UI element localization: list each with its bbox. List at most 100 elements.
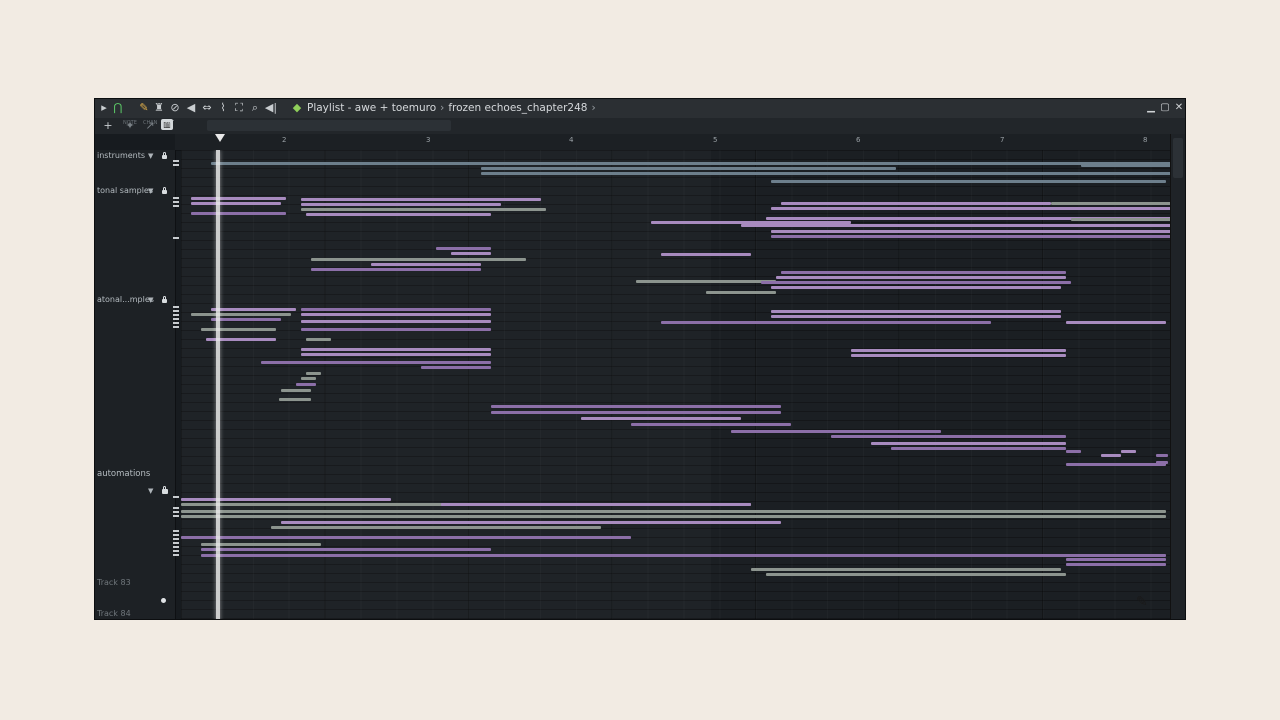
pattern-clip[interactable] <box>491 411 781 414</box>
pattern-clip[interactable] <box>301 198 541 201</box>
pattern-clip[interactable] <box>301 208 546 211</box>
pattern-clip[interactable] <box>781 271 1066 274</box>
pattern-clip[interactable] <box>301 308 491 311</box>
pattern-clip[interactable] <box>581 417 741 420</box>
pattern-clip[interactable] <box>181 536 631 539</box>
pattern-clip[interactable] <box>706 291 776 294</box>
pattern-clip[interactable] <box>301 320 491 323</box>
close-button[interactable]: ✕ <box>1172 100 1185 116</box>
pattern-clip[interactable] <box>771 207 1170 210</box>
slip-icon[interactable]: ⇔ <box>200 101 214 115</box>
pattern-clip[interactable] <box>766 573 1066 576</box>
track-name-83[interactable]: Track 83 <box>97 578 131 587</box>
pattern-clip[interactable] <box>771 235 1170 238</box>
add-icon[interactable]: + <box>101 119 115 133</box>
pencil-icon[interactable]: ✎ <box>137 101 151 115</box>
dropdown-icon[interactable]: ▼ <box>148 152 153 160</box>
pattern-clip[interactable] <box>311 268 481 271</box>
pattern-clip[interactable] <box>1066 558 1166 561</box>
pattern-clip[interactable] <box>301 353 491 356</box>
pattern-clip[interactable] <box>306 372 321 375</box>
magnet-icon[interactable]: ⋂ <box>111 101 125 115</box>
track-name-automations[interactable]: automations <box>97 469 150 479</box>
pattern-clip[interactable] <box>301 348 491 351</box>
pattern-clip[interactable] <box>1066 463 1166 466</box>
pattern-clip[interactable] <box>191 202 281 205</box>
pattern-clip[interactable] <box>211 318 281 321</box>
pattern-clip[interactable] <box>1066 450 1081 453</box>
record-dot-icon[interactable] <box>161 598 166 603</box>
pattern-clip[interactable] <box>191 212 286 215</box>
dropdown-icon[interactable]: ▼ <box>148 487 153 495</box>
pattern-clip[interactable] <box>211 308 296 311</box>
pattern-clip[interactable] <box>771 315 1061 318</box>
pattern-clip[interactable] <box>781 202 1051 205</box>
pattern-clip[interactable] <box>301 377 316 380</box>
dropdown-icon[interactable]: ▼ <box>148 187 153 195</box>
lock-icon[interactable] <box>162 187 167 194</box>
pattern-clip[interactable] <box>261 361 491 364</box>
speaker-icon[interactable]: ◆ <box>290 101 304 115</box>
chan-label[interactable]: CHAN <box>143 120 157 126</box>
pattern-clip[interactable] <box>661 253 751 256</box>
pattern-clip[interactable] <box>771 310 1061 313</box>
pattern-clip[interactable] <box>751 568 1061 571</box>
playback-icon[interactable]: ◀| <box>264 101 278 115</box>
pattern-clip[interactable] <box>201 554 1166 557</box>
track-name-instruments[interactable]: instruments <box>97 151 145 160</box>
pattern-clip[interactable] <box>731 430 941 433</box>
pattern-clip[interactable] <box>631 423 791 426</box>
pattern-clip[interactable] <box>741 224 1170 227</box>
zoom-icon[interactable]: ⌕ <box>248 101 262 115</box>
pattern-clip[interactable] <box>1051 202 1170 205</box>
pattern-clip[interactable] <box>441 503 751 506</box>
pattern-clip[interactable] <box>191 313 291 316</box>
pattern-clip[interactable] <box>661 321 991 324</box>
pattern-clip[interactable] <box>311 258 526 261</box>
menu-arrow-icon[interactable]: ▸ <box>97 101 111 115</box>
pattern-clip[interactable] <box>1101 454 1121 457</box>
track-name-84[interactable]: Track 84 <box>97 609 131 618</box>
note-label[interactable]: NOTE <box>123 120 137 126</box>
vertical-scroll-bar[interactable] <box>1170 134 1185 619</box>
mute-icon[interactable]: ◀ <box>184 101 198 115</box>
pattern-clip[interactable] <box>201 548 491 551</box>
pattern-clip[interactable] <box>831 435 1066 438</box>
dropdown-icon[interactable]: ▼ <box>148 296 153 304</box>
pattern-clip[interactable] <box>271 526 601 529</box>
pattern-clip[interactable] <box>1066 563 1166 566</box>
paint-icon[interactable]: ♜ <box>152 101 166 115</box>
vertical-scroll-thumb[interactable] <box>1173 138 1183 178</box>
playhead-line[interactable] <box>216 150 220 619</box>
pattern-clip[interactable] <box>301 203 501 206</box>
pattern-clip[interactable] <box>761 281 1071 284</box>
pat-label[interactable]: PAT <box>165 120 174 126</box>
playlist-grid[interactable] <box>181 150 1170 619</box>
playhead-marker[interactable] <box>215 134 225 142</box>
slice-icon[interactable]: ⌇ <box>216 101 230 115</box>
pattern-clip[interactable] <box>891 447 1066 450</box>
pattern-clip[interactable] <box>301 313 491 316</box>
pattern-clip[interactable] <box>481 167 896 170</box>
pattern-clip[interactable] <box>1156 454 1168 457</box>
timeline-ruler[interactable]: 2 3 4 5 6 7 8 <box>175 134 1170 151</box>
pattern-clip[interactable] <box>771 286 1061 289</box>
pattern-clip[interactable] <box>306 213 491 216</box>
pattern-clip[interactable] <box>281 389 311 392</box>
pattern-clip[interactable] <box>1071 218 1170 221</box>
horizontal-scroll-bar[interactable] <box>207 120 451 131</box>
pattern-clip[interactable] <box>201 328 276 331</box>
pattern-clip[interactable] <box>651 221 851 224</box>
pattern-clip[interactable] <box>851 354 1066 357</box>
track-name-tonal-samples[interactable]: tonal samples <box>97 186 153 195</box>
pattern-clip[interactable] <box>451 252 491 255</box>
pattern-clip[interactable] <box>481 172 1170 175</box>
pattern-clip[interactable] <box>371 263 481 266</box>
pattern-clip[interactable] <box>191 197 286 200</box>
title-pattern[interactable]: frozen echoes_chapter248 <box>448 102 587 114</box>
pattern-clip[interactable] <box>181 498 391 501</box>
pattern-clip[interactable] <box>281 521 781 524</box>
pattern-clip[interactable] <box>636 280 776 283</box>
pattern-clip[interactable] <box>491 405 781 408</box>
pattern-clip[interactable] <box>181 510 1166 513</box>
